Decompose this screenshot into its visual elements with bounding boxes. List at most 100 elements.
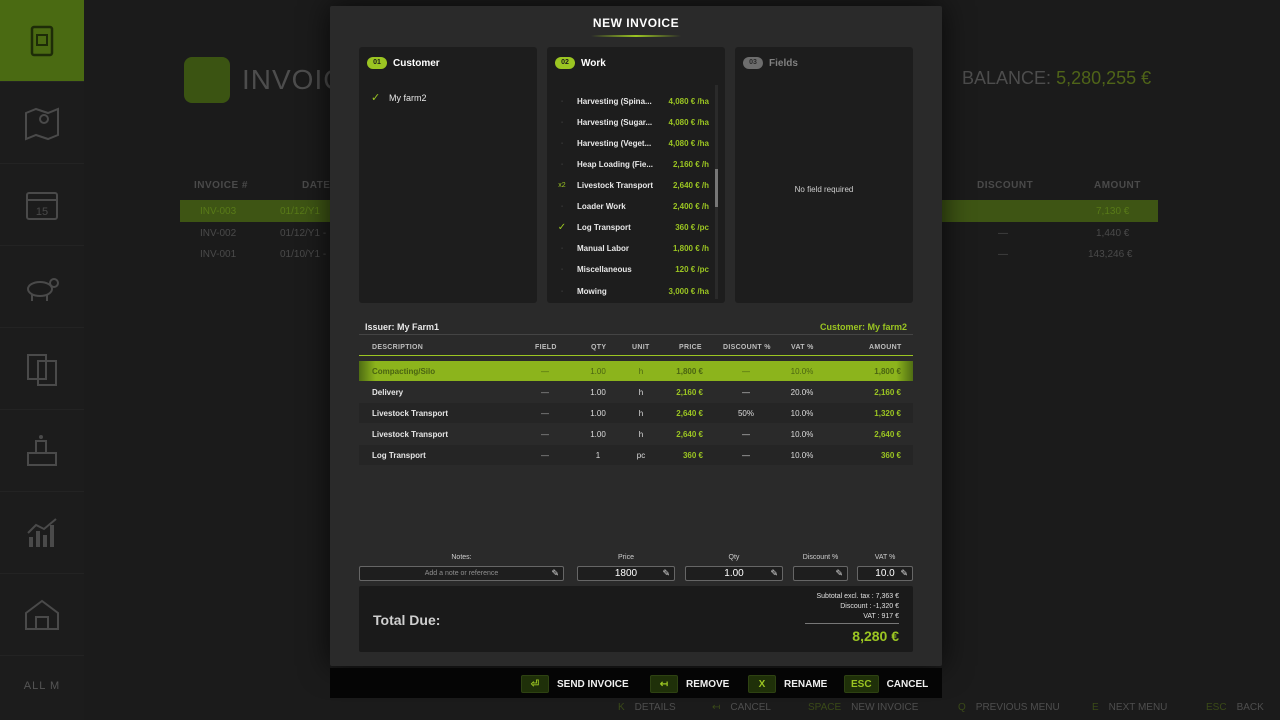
customer-label: Customer: My farm2	[819, 322, 907, 332]
qty-input[interactable]: 1.00 ✎	[685, 566, 783, 581]
table-row[interactable]: Log Transport — 1 pc 360 € — 10.0% 360 €	[359, 445, 913, 465]
work-item[interactable]: · Heap Loading (Fie... 2,160 € /h	[547, 154, 715, 175]
farm-icon	[25, 599, 59, 630]
enter-key-icon: ⏎	[521, 675, 549, 693]
work-item[interactable]: · Harvesting (Sugar... 4,080 € /ha	[547, 112, 715, 133]
bg-row-amount: 1,440 €	[1096, 228, 1130, 239]
cell-description: Livestock Transport	[372, 430, 449, 439]
work-panel-header: 02 Work	[555, 57, 606, 69]
cell-discount: 50%	[737, 409, 754, 418]
cell-qty: 1.00	[590, 388, 606, 397]
vat-value: 10.0	[875, 568, 895, 579]
bg-row-date: 01/10/Y1 -	[280, 249, 327, 260]
customer-item[interactable]: ✓ My farm2	[371, 91, 427, 104]
svg-text:15: 15	[36, 206, 48, 218]
balance: BALANCE: 5,280,255 €	[962, 68, 1151, 89]
rename-button[interactable]: X RENAME	[748, 675, 827, 693]
notes-placeholder: Add a note or reference	[424, 570, 499, 577]
bg-row-id[interactable]: INV-001	[200, 249, 236, 260]
sidebar-item-calendar[interactable]: 15	[0, 164, 84, 246]
new-invoice-modal: NEW INVOICE 01 Customer ✓ My farm2 02 Wo…	[330, 6, 942, 666]
hint-next-menu: E NEXT MENU	[1092, 702, 1167, 713]
issuer-label: Issuer: My Farm1	[365, 322, 440, 332]
sidebar-item-invoices[interactable]	[0, 0, 84, 82]
hint-back: ESC BACK	[1206, 702, 1264, 713]
modal-title: NEW INVOICE	[592, 16, 680, 30]
sidebar-item-animals[interactable]	[0, 246, 84, 328]
discount-input[interactable]: ✎	[793, 566, 848, 581]
table-row[interactable]: Compacting/Silo — 1.00 h 1,800 € — 10.0%…	[359, 361, 913, 381]
map-icon	[25, 107, 59, 140]
work-item[interactable]: · Miscellaneous 120 € /pc	[547, 259, 715, 280]
sidebar-item-statistics[interactable]	[0, 492, 84, 574]
work-item[interactable]: · Manual Labor 1,800 € /h	[547, 238, 715, 259]
divider	[359, 334, 913, 335]
bg-col-date: DATE	[302, 180, 331, 191]
work-count-badge: x2	[558, 182, 566, 189]
cell-discount: —	[742, 430, 750, 439]
action-bar: ⏎ SEND INVOICE ↤ REMOVE X RENAME ESC CAN…	[330, 668, 942, 698]
work-name: Harvesting (Sugar...	[577, 118, 653, 127]
col-unit: UNIT	[632, 344, 650, 351]
work-item[interactable]: ✓ Log Transport 360 € /pc	[547, 217, 715, 238]
sidebar-item-documents[interactable]	[0, 328, 84, 410]
work-item[interactable]: x2 Livestock Transport 2,640 € /h	[547, 175, 715, 196]
discount-line: Discount : -1,320 €	[840, 603, 899, 610]
work-item[interactable]: · Loader Work 2,400 € /h	[547, 196, 715, 217]
scroll-thumb[interactable]	[715, 169, 718, 207]
table-row[interactable]: Livestock Transport — 1.00 h 2,640 € 50%…	[359, 403, 913, 423]
work-name: Loader Work	[577, 202, 626, 211]
sidebar-item-farm[interactable]	[0, 574, 84, 656]
pencil-icon: ✎	[770, 568, 778, 578]
vat-label: VAT %	[874, 554, 896, 561]
action-label: REMOVE	[686, 678, 730, 690]
table-row[interactable]: Livestock Transport — 1.00 h 2,640 € — 1…	[359, 424, 913, 444]
work-item[interactable]: · Mowing 3,000 € /ha	[547, 281, 715, 297]
work-price: 120 € /pc	[675, 265, 709, 274]
cell-vat: 10.0%	[790, 430, 814, 439]
sidebar-item-production[interactable]	[0, 410, 84, 492]
work-price: 4,080 € /ha	[668, 139, 709, 148]
bg-row-amount: 143,246 €	[1088, 249, 1133, 260]
work-marker: ·	[560, 119, 564, 126]
price-input[interactable]: 1800 ✎	[577, 566, 675, 581]
work-scrollbar[interactable]	[715, 85, 718, 299]
bg-row-id[interactable]: INV-002	[200, 228, 236, 239]
panel-title: Customer	[393, 57, 440, 69]
pencil-icon: ✎	[900, 568, 908, 578]
work-name: Harvesting (Veget...	[577, 139, 652, 148]
pencil-icon: ✎	[551, 568, 559, 578]
empty-message: No field required	[794, 185, 854, 194]
subtotal-line: Subtotal excl. tax : 7,363 €	[816, 593, 900, 600]
cell-qty: 1.00	[590, 409, 606, 418]
cell-vat: 20.0%	[790, 388, 814, 397]
cell-amount: 1,800 €	[874, 367, 901, 376]
col-amount: AMOUNT	[869, 344, 902, 351]
customer-name: My farm2	[389, 92, 427, 103]
send-invoice-button[interactable]: ⏎ SEND INVOICE	[521, 675, 629, 693]
balance-label: BALANCE:	[962, 68, 1052, 88]
work-price: 2,160 € /h	[672, 160, 709, 169]
work-marker: ·	[560, 266, 564, 273]
work-marker: ·	[560, 98, 564, 105]
cell-field: —	[541, 367, 549, 376]
cell-price: 2,640 €	[676, 430, 703, 439]
work-item[interactable]: · Harvesting (Spina... 4,080 € /ha	[547, 91, 715, 112]
cell-amount: 1,320 €	[874, 409, 901, 418]
vat-input[interactable]: 10.0 ✎	[857, 566, 913, 581]
sidebar-item-map[interactable]	[0, 82, 84, 164]
sidebar-footer: ALL M	[23, 680, 61, 692]
work-price: 4,080 € /ha	[668, 97, 709, 106]
step-badge: 02	[555, 57, 575, 69]
work-item[interactable]: · Harvesting (Veget... 4,080 € /ha	[547, 133, 715, 154]
work-name: Heap Loading (Fie...	[577, 160, 654, 169]
cell-amount: 2,160 €	[874, 388, 901, 397]
action-label: RENAME	[784, 678, 828, 690]
cell-discount: —	[742, 367, 750, 376]
remove-button[interactable]: ↤ REMOVE	[650, 675, 729, 693]
cancel-button[interactable]: ESC CANCEL	[844, 675, 928, 693]
backspace-key-icon: ↤	[650, 675, 678, 693]
totals-divider	[805, 623, 899, 624]
table-row[interactable]: Delivery — 1.00 h 2,160 € — 20.0% 2,160 …	[359, 382, 913, 402]
notes-input[interactable]: Add a note or reference ✎	[359, 566, 564, 581]
